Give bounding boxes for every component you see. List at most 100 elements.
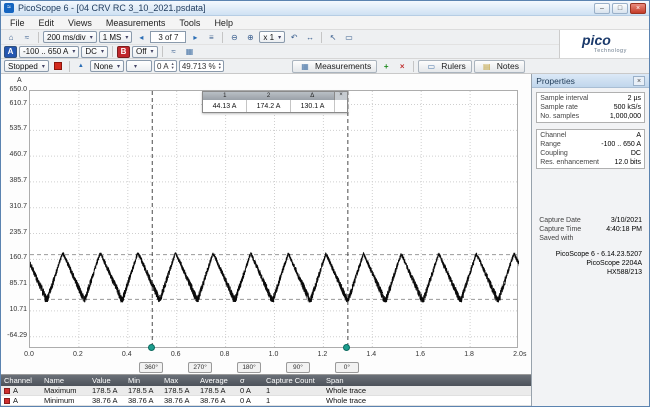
chart-region: A 1 2 Δ 44.13 A 174.2 A 130.1 A xyxy=(1,74,531,374)
column-header-max[interactable]: Max xyxy=(161,376,197,385)
column-header-min[interactable]: Min xyxy=(125,376,161,385)
samples-dropdown[interactable]: 1 MS xyxy=(99,31,133,43)
spinner-arrows-icon[interactable] xyxy=(172,62,174,71)
x-tick-label: 1.0 xyxy=(264,351,284,358)
channel-b-range-dropdown[interactable]: Off xyxy=(132,46,158,58)
channel-b-button[interactable]: B xyxy=(117,46,130,58)
toolbar-area: 200 ms/div 1 MS 3 of 7 x 1 A -100 .. 650… xyxy=(1,30,649,59)
time-ruler-handle[interactable] xyxy=(148,344,155,351)
measurement-row[interactable]: AMaximum178.5 A178.5 A178.5 A178.5 A0 A1… xyxy=(1,386,531,396)
measurement-row[interactable]: AMinimum38.76 A38.76 A38.76 A38.76 A0 A1… xyxy=(1,396,531,406)
zoom-window-icon[interactable] xyxy=(342,31,356,43)
properties-title: Properties xyxy=(536,76,575,86)
menu-tools[interactable]: Tools xyxy=(172,17,207,29)
y-tick-label: -64.29 xyxy=(1,332,27,339)
menu-edit[interactable]: Edit xyxy=(32,17,62,29)
ruler-legend-header[interactable]: 1 2 Δ xyxy=(203,92,347,100)
maximize-button[interactable] xyxy=(612,3,628,14)
measurements-label: Measurements xyxy=(315,61,371,71)
column-header-average[interactable]: Average xyxy=(197,376,237,385)
property-label: Sample rate xyxy=(540,104,578,111)
property-value: 2 µs xyxy=(628,95,641,102)
trigger-source-dropdown[interactable] xyxy=(126,60,152,72)
delete-measurement-button[interactable] xyxy=(395,60,409,72)
window-title: PicoScope 6 - [04 CRV RC 3_10_2021.psdat… xyxy=(18,3,592,13)
notes-button[interactable]: Notes xyxy=(474,60,525,73)
stop-button[interactable] xyxy=(51,60,65,72)
plot-area[interactable]: 1 2 Δ 44.13 A 174.2 A 130.1 A xyxy=(29,90,518,348)
rulers-button[interactable]: Rulers xyxy=(418,60,472,73)
trigger-threshold-input[interactable]: 0 A xyxy=(154,60,177,72)
property-value: DC xyxy=(631,150,641,157)
probes-icon[interactable] xyxy=(183,46,197,58)
property-row: Capture Time4:40:18 PM xyxy=(536,225,645,234)
signal-generator-icon[interactable] xyxy=(167,46,181,58)
property-row: Res. enhancement12.0 bits xyxy=(537,158,644,167)
waveform-canvas[interactable] xyxy=(30,91,519,349)
ruler-legend-values: 44.13 A 174.2 A 130.1 A xyxy=(203,100,347,112)
measurement-cell: Whole trace xyxy=(323,386,531,395)
pico-brand-text: pico xyxy=(582,32,611,48)
zoom-in-icon[interactable] xyxy=(243,31,257,43)
property-row: Range-100 .. 650 A xyxy=(537,140,644,149)
ruler-legend[interactable]: 1 2 Δ 44.13 A 174.2 A 130.1 A xyxy=(202,91,348,113)
pretrigger-input[interactable]: 49.713 % xyxy=(179,60,224,72)
measurements-table-body: AMaximum178.5 A178.5 A178.5 A178.5 A0 A1… xyxy=(1,386,531,406)
menu-views[interactable]: Views xyxy=(61,17,99,29)
property-label: Range xyxy=(540,141,561,148)
measurements-button[interactable]: Measurements xyxy=(292,60,377,73)
measurement-cell: Whole trace xyxy=(323,396,531,405)
channel-a-range-dropdown[interactable]: -100 .. 650 A xyxy=(19,46,79,58)
measurement-cell: 178.5 A xyxy=(161,386,197,395)
trigger-mode-dropdown[interactable]: None xyxy=(90,60,124,72)
previous-buffer-icon[interactable] xyxy=(134,31,148,43)
property-label: Coupling xyxy=(540,150,568,157)
measurement-cell: 178.5 A xyxy=(89,386,125,395)
column-header-span[interactable]: Span xyxy=(323,376,531,385)
next-buffer-icon[interactable] xyxy=(188,31,202,43)
add-measurement-button[interactable] xyxy=(379,60,393,72)
menu-help[interactable]: Help xyxy=(207,17,240,29)
column-header-σ[interactable]: σ xyxy=(237,376,263,385)
spinner-arrows-icon[interactable] xyxy=(219,62,221,71)
column-header-channel[interactable]: Channel xyxy=(1,376,41,385)
time-ruler-handle[interactable] xyxy=(343,344,350,351)
ruler-legend-close-icon[interactable] xyxy=(334,92,347,100)
timebase-dropdown[interactable]: 200 ms/div xyxy=(43,31,97,43)
zoom-dropdown[interactable]: x 1 xyxy=(259,31,285,43)
zoom-out-icon[interactable] xyxy=(227,31,241,43)
channel-a-coupling-dropdown[interactable]: DC xyxy=(81,46,108,58)
menu-file[interactable]: File xyxy=(3,17,32,29)
run-state-dropdown[interactable]: Stopped xyxy=(4,60,49,72)
close-button[interactable] xyxy=(630,3,646,14)
minimize-button[interactable] xyxy=(594,3,610,14)
properties-close-icon[interactable] xyxy=(633,76,645,86)
column-header-value[interactable]: Value xyxy=(89,376,125,385)
buffer-list-icon[interactable] xyxy=(204,31,218,43)
menu-measurements[interactable]: Measurements xyxy=(99,17,173,29)
channel-setup-icon[interactable] xyxy=(20,31,34,43)
channel-label: A xyxy=(13,396,18,405)
divider xyxy=(112,46,113,57)
pan-icon[interactable] xyxy=(303,31,317,43)
measurement-cell: 38.76 A xyxy=(161,396,197,405)
channel-a-coupling-value: DC xyxy=(85,47,97,56)
property-value: 1,000,000 xyxy=(610,113,641,120)
property-value: 500 kS/s xyxy=(614,104,641,111)
home-icon[interactable] xyxy=(4,31,18,43)
picoscope-window: PicoScope 6 - [04 CRV RC 3_10_2021.psdat… xyxy=(0,0,650,407)
channel-a-button[interactable]: A xyxy=(4,46,17,58)
y-tick-label: 235.7 xyxy=(1,229,27,236)
property-label: Capture Date xyxy=(539,217,581,224)
column-header-name[interactable]: Name xyxy=(41,376,89,385)
y-tick-label: 460.7 xyxy=(1,151,27,158)
y-tick-label: 85.71 xyxy=(1,280,27,287)
undo-zoom-icon[interactable] xyxy=(287,31,301,43)
measurement-cell: 178.5 A xyxy=(197,386,237,395)
channel-color-swatch xyxy=(4,398,10,404)
property-label: Sample interval xyxy=(540,95,588,102)
pointer-tool-icon[interactable] xyxy=(326,31,340,43)
y-tick-label: 535.7 xyxy=(1,125,27,132)
measurements-table: ChannelNameValueMinMaxAverageσCapture Co… xyxy=(1,374,531,407)
column-header-capture-count[interactable]: Capture Count xyxy=(263,376,323,385)
